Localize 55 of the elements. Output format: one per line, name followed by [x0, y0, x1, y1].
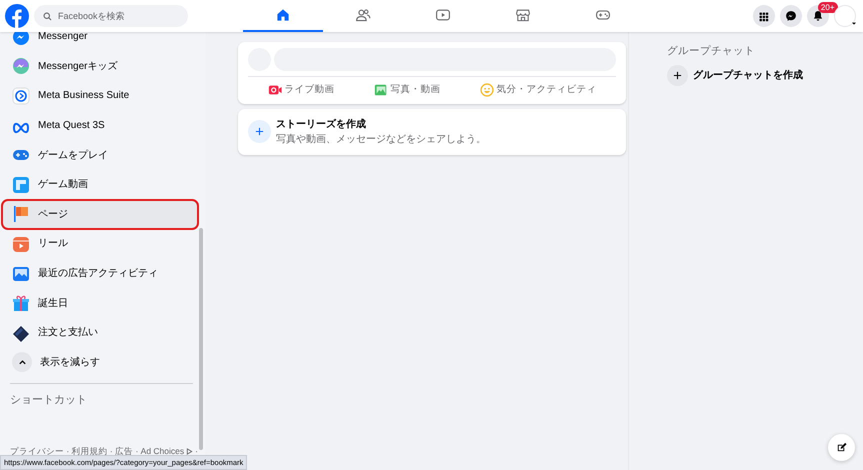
sidebar-item[interactable]: リール [2, 229, 198, 259]
search-field[interactable]: Facebookを検索 [34, 5, 188, 27]
caret-icon [852, 22, 856, 26]
new-message-button[interactable] [828, 434, 855, 461]
sidebar-item[interactable]: 最近の広告アクティビティ [2, 258, 198, 288]
messenger-kids-icon [12, 57, 30, 76]
flag-icon [12, 205, 30, 224]
ad-activity-icon [12, 264, 30, 283]
shop-icon [515, 7, 531, 23]
sidebar-item[interactable]: ページ [2, 200, 198, 230]
sidebar-item[interactable]: Messenger [2, 32, 198, 52]
card-icon [12, 324, 30, 342]
bell-icon [812, 10, 824, 22]
create-story-card[interactable]: ストーリーズを作成 写真や動画、メッセージなどをシェアしよう。 [238, 108, 626, 155]
story-title: ストーリーズを作成 [276, 118, 367, 132]
scrollbar[interactable] [199, 228, 203, 450]
smiley-icon [480, 82, 494, 97]
create-group-chat-button[interactable]: グループチャットを作成 [667, 64, 863, 86]
grid-icon [758, 10, 769, 22]
facebook-logo [5, 4, 29, 28]
show-less-button[interactable]: 表示を減らす [2, 348, 198, 378]
footer-links[interactable]: プライバシー · 利用規約 · 広告 · Ad Choices [10, 444, 184, 458]
adchoices-icon [186, 448, 194, 454]
plus-icon [673, 70, 682, 80]
home-icon [275, 7, 291, 23]
sidebar-item[interactable]: 誕生日 [2, 288, 198, 318]
photo-icon [374, 82, 388, 97]
sidebar-item[interactable]: Meta Business Suite [2, 81, 198, 111]
video-icon [435, 7, 451, 23]
footer-separator: · [195, 444, 198, 458]
section-heading: ショートカット [9, 393, 88, 408]
section-heading: グループチャット [667, 44, 756, 59]
search-icon [43, 12, 52, 20]
story-subtitle: 写真や動画、メッセージなどをシェアしよう。 [276, 132, 486, 147]
notification-badge: 20+ [818, 2, 838, 13]
sidebar-item[interactable]: ゲームをプレイ [2, 140, 198, 170]
chevron-up-icon [18, 358, 26, 367]
menu-button[interactable] [752, 5, 774, 27]
composer-action[interactable]: ライブ動画 [262, 80, 340, 100]
account-button[interactable] [834, 5, 856, 27]
sidebar-item[interactable]: 注文と支払い [2, 318, 198, 348]
sidebar-item[interactable]: Messengerキッズ [2, 52, 198, 82]
composer-action[interactable]: 気分・アクティビティ [474, 80, 602, 100]
sidebar-item[interactable]: Meta Quest 3S [2, 110, 198, 140]
plus-icon [255, 127, 264, 136]
compose-icon [836, 442, 847, 453]
business-suite-icon [12, 86, 30, 105]
messenger-icon [784, 10, 796, 22]
game-video-icon [12, 176, 30, 194]
friends-icon [355, 7, 371, 23]
live-video-icon [268, 82, 282, 97]
gift-icon [12, 294, 30, 312]
composer-action[interactable]: 写真・動画 [368, 80, 446, 100]
reels-icon [12, 234, 30, 253]
messenger-button[interactable] [780, 5, 802, 27]
